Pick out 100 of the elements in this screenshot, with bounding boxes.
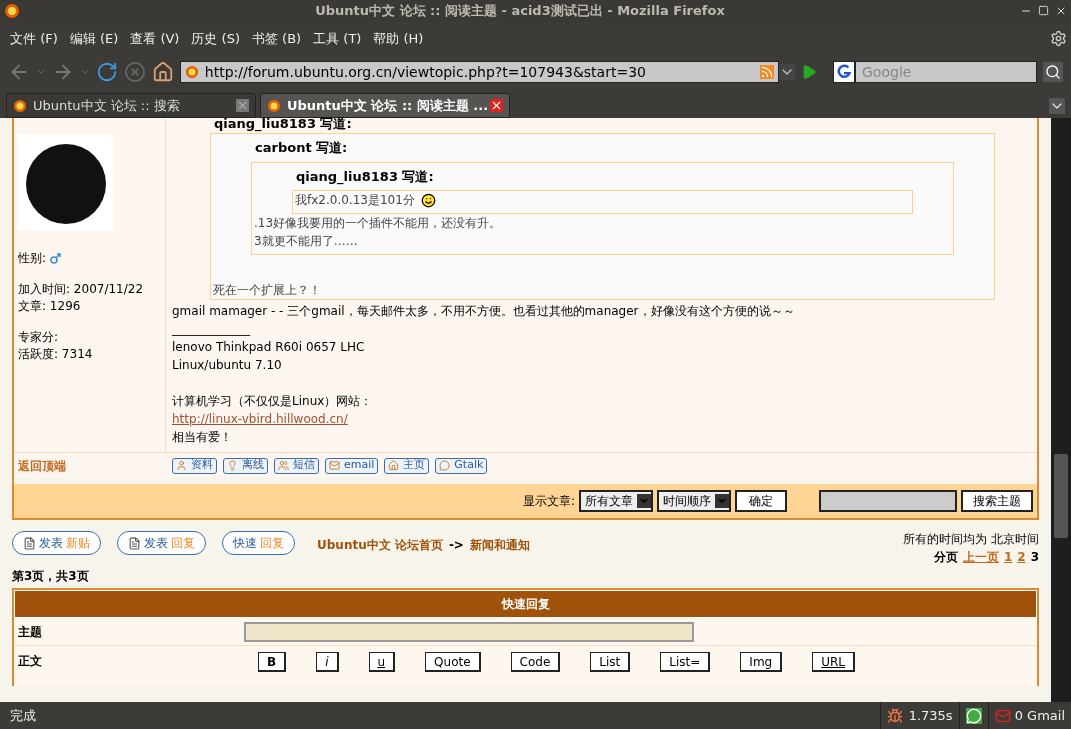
profile-button-icon <box>439 460 451 471</box>
author-info: 活跃度: 7314 <box>18 346 93 363</box>
subject-field[interactable] <box>244 621 694 642</box>
profile-button[interactable]: 主页 <box>384 457 430 474</box>
quote-author: qiang_liu8183 写道: <box>295 167 435 187</box>
page-info: 第3页，共3页 <box>12 568 90 584</box>
format-button[interactable]: Img <box>740 652 783 672</box>
signature-text: 计算机学习（不仅仅是Linux）网站： <box>172 393 374 410</box>
format-button[interactable]: Quote <box>425 652 481 672</box>
quote-text: 3就更不能用了…… <box>253 233 359 250</box>
search-topic-field[interactable] <box>819 490 957 512</box>
sort-select[interactable]: 所有文章 <box>579 490 653 512</box>
chat-icon <box>965 707 982 724</box>
format-button[interactable]: List <box>590 652 631 672</box>
profile-button-icon <box>329 460 340 471</box>
post-action-button[interactable]: 快速 回复 <box>222 531 295 555</box>
author-info: 文章: 1296 <box>18 298 81 315</box>
format-button[interactable]: i <box>316 652 339 672</box>
page-link[interactable]: 2 <box>1017 548 1026 566</box>
quote-author: qiang_liu8183 写道: <box>213 116 353 131</box>
back-to-top-link[interactable]: 返回顶端 <box>14 456 166 475</box>
profile-button[interactable]: email <box>325 457 379 474</box>
scrollbar[interactable] <box>1051 118 1071 702</box>
profile-button[interactable]: 短信 <box>274 457 319 474</box>
profile-button[interactable]: Gtalk <box>435 457 488 474</box>
menu-item[interactable]: 历史 (S) <box>185 28 246 49</box>
close-icon[interactable] <box>1055 5 1067 17</box>
sort-select[interactable]: 时间顺序 <box>657 490 731 512</box>
timezone-text: 所有的时间均为 北京时间 <box>903 531 1039 548</box>
search-field[interactable]: Google <box>855 61 1037 83</box>
signature-text: Linux/ubuntu 7.10 <box>172 357 283 374</box>
menu-item[interactable]: 书签 (B) <box>245 28 308 49</box>
mail-icon <box>994 707 1011 724</box>
breadcrumb-separator: -> <box>448 537 464 554</box>
quote-author: carbont 写道: <box>254 139 349 157</box>
post-action-button[interactable]: 发表 新贴 <box>12 531 101 555</box>
google-icon[interactable] <box>833 61 855 83</box>
signature-link[interactable]: http://linux-vbird.hillwood.cn/ <box>172 412 348 426</box>
quick-reply-header: 快速回复 <box>14 590 1037 618</box>
search-topic-button[interactable]: 搜索主题 <box>961 490 1033 512</box>
reload-icon[interactable] <box>95 61 118 83</box>
tab[interactable]: Ubuntu中文 论坛 :: 搜索 <box>6 93 256 118</box>
pagination-label: 分页 <box>933 549 958 566</box>
confirm-button[interactable]: 确定 <box>735 490 787 512</box>
profile-button-icon <box>176 460 187 471</box>
profile-button[interactable]: 资料 <box>172 457 217 474</box>
search-icon[interactable] <box>1043 62 1063 82</box>
format-button[interactable]: B <box>258 652 287 672</box>
menu-item[interactable]: 文件 (F) <box>4 28 64 49</box>
tab[interactable]: Ubuntu中文 论坛 :: 阅读主题 ... <box>260 93 510 118</box>
signature-text: 相当有爱！ <box>172 429 233 446</box>
status-text: 完成 <box>9 706 37 725</box>
scrollbar-thumb[interactable] <box>1054 454 1068 538</box>
gmail-count: 0 Gmail <box>1014 706 1065 725</box>
document-icon <box>23 536 36 550</box>
address-field[interactable]: http://forum.ubuntu.org.cn/viewtopic.php?t=107943&start=30 <box>179 61 780 83</box>
load-time: 1.735s <box>908 706 953 725</box>
menu-item[interactable]: 查看 (V) <box>124 28 186 49</box>
dropdown-icon <box>715 494 729 508</box>
author-info: 加入时间: 2007/11/22 <box>18 281 144 298</box>
post-text: gmail mamager - - 三个gmail，每天邮件太多，不用不方便。也看过其他的manager，好像没有这个方便的说～～ <box>172 303 796 320</box>
body-label: 正文 <box>17 653 43 670</box>
profile-button-icon <box>278 460 289 471</box>
dropdown-icon <box>637 494 651 508</box>
rss-icon[interactable] <box>760 65 775 79</box>
signature-text: lenovo Thinkpad R60i 0657 LHC <box>172 339 366 356</box>
home-icon[interactable] <box>151 61 174 83</box>
history-dropdown-icon[interactable] <box>779 64 796 80</box>
go-icon[interactable] <box>801 64 817 80</box>
settings-icon[interactable] <box>1050 30 1067 47</box>
author-info: 性别: <box>18 250 47 267</box>
format-button[interactable]: u <box>368 652 396 672</box>
quote-text: .13好像我要用的一个插件不能用，还没有升。 <box>253 215 503 232</box>
format-button[interactable]: URL <box>812 652 855 672</box>
menu-item[interactable]: 工具 (T) <box>307 28 368 49</box>
document-icon <box>128 536 141 550</box>
filter-label: 显示文章: <box>522 493 575 510</box>
subject-label: 主题 <box>17 623 43 641</box>
window-title: Ubuntu中文 论坛 :: 阅读主题 - acid3测试已出 - Mozilla Firefox <box>314 2 726 21</box>
format-button[interactable]: List= <box>660 652 711 672</box>
smiley-icon <box>420 192 436 208</box>
format-button[interactable]: Code <box>510 652 561 672</box>
male-icon <box>50 253 62 264</box>
breadcrumb-link[interactable]: 新闻和通知 <box>469 536 530 554</box>
breadcrumb-link[interactable]: Ubuntu中文 论坛首页 <box>317 536 443 554</box>
post-action-button[interactable]: 发表 回复 <box>117 531 206 555</box>
page-link[interactable]: 3 <box>1030 548 1039 566</box>
tab-close-icon[interactable] <box>490 99 503 112</box>
profile-button-icon <box>388 460 400 471</box>
previous-page-link[interactable]: 上一页 <box>962 548 999 566</box>
menu-item[interactable]: 帮助 (H) <box>367 28 430 49</box>
maximize-icon[interactable] <box>1038 5 1049 16</box>
signature-rule: _____________ <box>172 321 251 338</box>
stop-icon[interactable] <box>123 61 146 83</box>
quote-text: 死在一个扩展上？！ <box>212 282 322 299</box>
page-link[interactable]: 1 <box>1003 548 1013 566</box>
menu-item[interactable]: 编辑 (E) <box>63 28 125 49</box>
quote-text: 我fx2.0.0.13是101分 <box>294 192 416 209</box>
tab-list-icon[interactable] <box>1049 98 1065 114</box>
profile-button[interactable]: 离线 <box>223 457 268 474</box>
